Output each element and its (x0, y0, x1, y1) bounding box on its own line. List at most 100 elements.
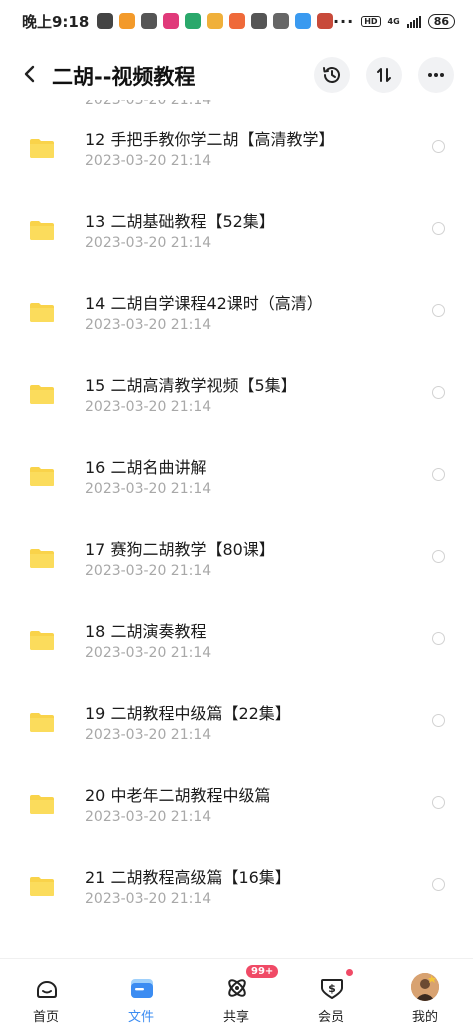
vip-icon: $ (321, 979, 343, 999)
select-checkbox[interactable] (432, 386, 445, 399)
tab-label: 首页 (32, 1010, 59, 1025)
file-name: 21 二胡教程高级篇【16集】 (85, 868, 291, 887)
network-type: 4G (387, 17, 400, 26)
file-date: 2023-03-20 21:14 (85, 645, 212, 661)
app-notification-icon (207, 13, 224, 29)
avatar-image (411, 973, 439, 1001)
app-notification-icon (251, 13, 268, 29)
file-name: 13 二胡基础教程【52集】 (85, 212, 275, 231)
file-date: 2023-03-20 21:14 (85, 153, 212, 169)
app-notification-icon (119, 13, 136, 29)
folder-icon (30, 303, 54, 322)
file-name: 18 二胡演奏教程 (85, 622, 207, 641)
share-icon (228, 979, 246, 997)
tab-files[interactable]: 文件 (96, 959, 186, 1025)
file-list-item[interactable]: 14 二胡自学课程42课时（高清） 2023-03-20 21:14 (0, 279, 473, 361)
app-notification-icon (273, 13, 290, 29)
more-icon (428, 73, 444, 77)
history-icon (323, 67, 340, 83)
app-notification-icon (163, 13, 180, 29)
file-name: 20 中老年二胡教程中级篇 (85, 786, 271, 805)
folder-icon (30, 877, 54, 896)
file-date: 2023-03-20 21:14 (85, 891, 212, 907)
tab-label: 共享 (222, 1010, 249, 1025)
tab-label: 我的 (411, 1010, 438, 1025)
app-notification-icon (141, 13, 158, 29)
system-indicators: ··· HD 4G 86 (333, 12, 455, 31)
folder-icon (30, 221, 54, 240)
file-list-item[interactable]: 20 中老年二胡教程中级篇 2023-03-20 21:14 (0, 771, 473, 853)
file-date: 2023-03-20 21:14 (85, 235, 212, 251)
app-notification-icon (317, 13, 334, 29)
file-list[interactable]: 2023-03-20 21:14 12 手把手教你学二胡【高清教学】 2023-0… (0, 100, 473, 958)
back-button[interactable] (18, 62, 42, 86)
file-list-item[interactable]: 18 二胡演奏教程 2023-03-20 21:14 (0, 607, 473, 689)
folder-icon (131, 979, 153, 998)
share-count-badge: 99+ (246, 965, 279, 978)
svg-text:$: $ (328, 982, 336, 995)
select-checkbox[interactable] (432, 222, 445, 235)
more-button[interactable] (418, 57, 454, 93)
file-date: 2023-03-20 21:14 (85, 317, 212, 333)
message-icon (97, 13, 114, 29)
page-title: 二胡--视频教程 (52, 65, 196, 89)
file-name: 19 二胡教程中级篇【22集】 (85, 704, 291, 723)
file-date: 2023-03-20 21:14 (85, 563, 212, 579)
tab-label: 会员 (317, 1010, 344, 1025)
file-list-item[interactable]: 15 二胡高清教学视频【5集】 2023-03-20 21:14 (0, 361, 473, 443)
file-name: 17 赛狗二胡教学【80课】 (85, 540, 275, 559)
avatar[interactable] (411, 973, 439, 1001)
folder-icon (30, 385, 54, 404)
bottom-tab-bar: 首页 文件 共享 99+ $ 会员 我的 (0, 958, 473, 1025)
folder-icon (30, 139, 54, 158)
folder-icon (30, 795, 54, 814)
file-name: 14 二胡自学课程42课时（高清） (85, 294, 323, 313)
select-checkbox[interactable] (432, 878, 445, 891)
select-checkbox[interactable] (432, 468, 445, 481)
file-date: 2023-03-20 21:14 (85, 399, 212, 415)
select-checkbox[interactable] (432, 304, 445, 317)
previous-item-date: 2023-03-20 21:14 (85, 100, 212, 108)
file-list-item[interactable]: 19 二胡教程中级篇【22集】 2023-03-20 21:14 (0, 689, 473, 771)
status-bar: 晚上9:18 ··· HD 4G 86 (0, 0, 473, 42)
file-list-item[interactable]: 21 二胡教程高级篇【16集】 2023-03-20 21:14 (0, 853, 473, 935)
select-checkbox[interactable] (432, 714, 445, 727)
file-date: 2023-03-20 21:14 (85, 727, 212, 743)
app-notification-icon (295, 13, 312, 29)
file-list-item[interactable]: 13 二胡基础教程【52集】 2023-03-20 21:14 (0, 197, 473, 279)
select-checkbox[interactable] (432, 550, 445, 563)
file-list-item[interactable]: 16 二胡名曲讲解 2023-03-20 21:14 (0, 443, 473, 525)
app-notification-icon (185, 13, 202, 29)
vip-notification-dot (346, 969, 353, 976)
more-notifications-icon: ··· (332, 12, 355, 31)
app-header: 二胡--视频教程 (0, 50, 473, 100)
select-checkbox[interactable] (432, 632, 445, 645)
file-name: 16 二胡名曲讲解 (85, 458, 207, 477)
sort-icon (377, 68, 391, 82)
tab-label: 文件 (127, 1010, 154, 1025)
file-name: 12 手把手教你学二胡【高清教学】 (85, 130, 335, 149)
app-notification-icon (229, 13, 246, 29)
file-name: 15 二胡高清教学视频【5集】 (85, 376, 297, 395)
battery-icon: 86 (427, 14, 455, 29)
file-list-item[interactable]: 12 手把手教你学二胡【高清教学】 2023-03-20 21:14 (0, 115, 473, 197)
folder-icon (30, 631, 54, 650)
sort-button[interactable] (366, 57, 402, 93)
select-checkbox[interactable] (432, 796, 445, 809)
tab-vip[interactable]: $ 会员 (286, 959, 376, 1025)
select-checkbox[interactable] (432, 140, 445, 153)
folder-icon (30, 549, 54, 568)
folder-icon (30, 467, 54, 486)
tab-home[interactable]: 首页 (1, 959, 91, 1025)
signal-icon (406, 15, 421, 28)
history-button[interactable] (314, 57, 350, 93)
status-time: 晚上9:18 (22, 12, 90, 31)
file-list-item[interactable]: 17 赛狗二胡教学【80课】 2023-03-20 21:14 (0, 525, 473, 607)
hd-icon: HD (361, 16, 381, 27)
home-icon (37, 981, 57, 998)
folder-icon (30, 713, 54, 732)
notification-icons (97, 13, 334, 29)
file-date: 2023-03-20 21:14 (85, 481, 212, 497)
chevron-left-icon (24, 65, 35, 83)
file-date: 2023-03-20 21:14 (85, 809, 212, 825)
